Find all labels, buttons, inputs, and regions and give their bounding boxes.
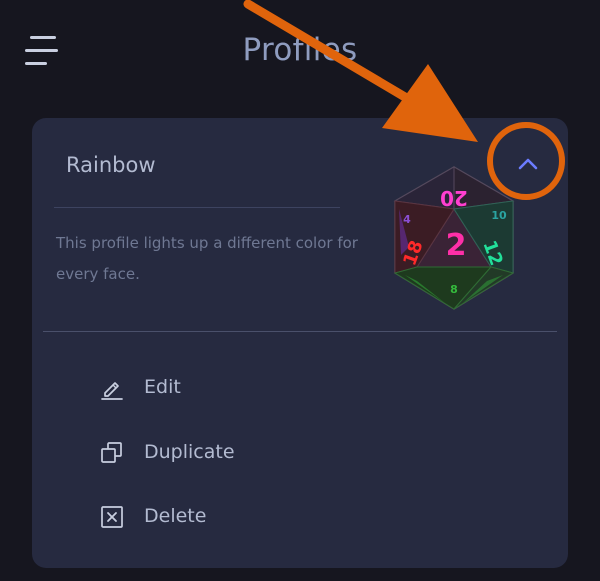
d20-die-image: 20 2 18 12 4 10 8 <box>393 166 515 310</box>
delete-label: Delete <box>144 505 207 527</box>
die-face-8: 8 <box>450 283 458 296</box>
delete-box-icon <box>101 506 123 528</box>
duplicate-button[interactable]: Duplicate <box>100 435 340 471</box>
die-face-4: 4 <box>403 213 411 226</box>
die-face-2: 2 <box>446 228 467 263</box>
edit-button[interactable]: Edit <box>100 370 340 406</box>
header: Profiles <box>0 0 600 105</box>
pencil-icon <box>101 382 123 400</box>
profile-card: Rainbow This profile lights up a differe… <box>32 118 568 568</box>
profile-description: This profile lights up a different color… <box>56 234 358 283</box>
duplicate-icon <box>101 442 122 463</box>
profile-name: Rainbow <box>66 153 156 177</box>
name-divider <box>54 207 340 208</box>
edit-label: Edit <box>144 376 181 398</box>
die-face-20: 20 <box>440 186 468 210</box>
page-title: Profiles <box>242 32 358 68</box>
die-face-10: 10 <box>491 209 507 222</box>
duplicate-label: Duplicate <box>144 441 235 463</box>
section-divider <box>43 331 557 332</box>
delete-button[interactable]: Delete <box>100 499 340 535</box>
